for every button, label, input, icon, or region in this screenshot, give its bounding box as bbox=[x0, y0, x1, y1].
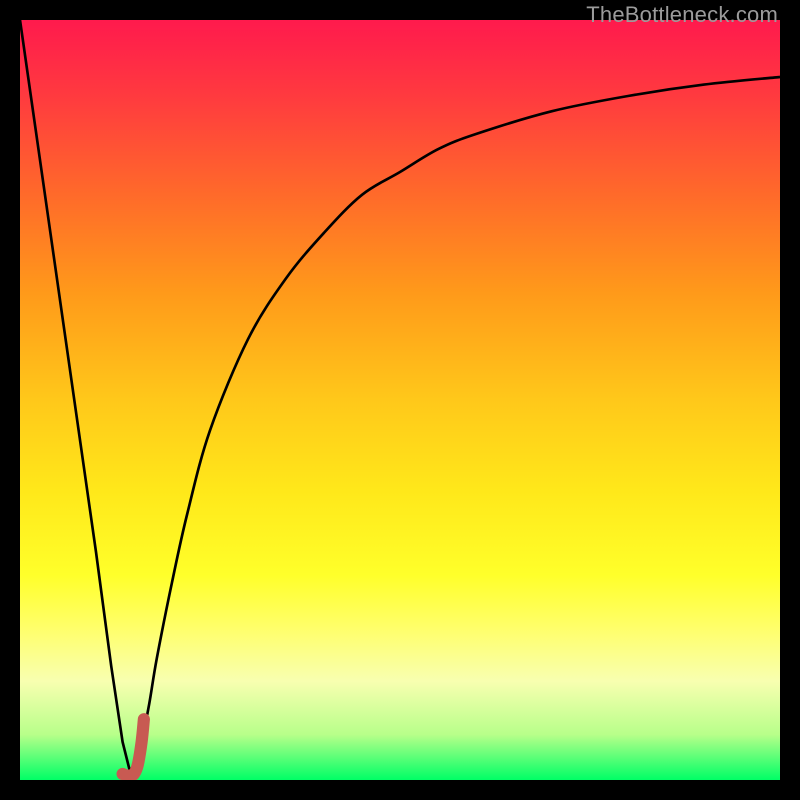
outer-frame: TheBottleneck.com bbox=[0, 0, 800, 800]
gradient-plot-area bbox=[20, 20, 780, 780]
attribution-label: TheBottleneck.com bbox=[586, 2, 778, 28]
